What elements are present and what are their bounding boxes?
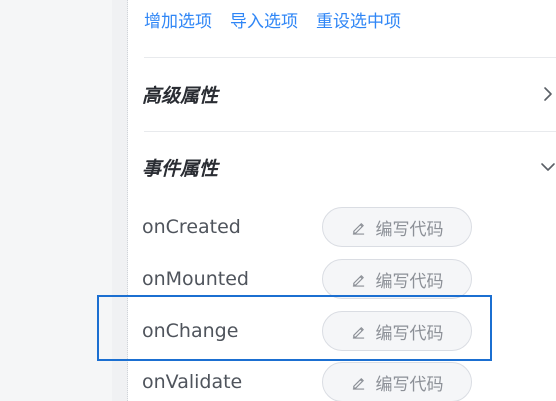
edit-icon: [351, 324, 366, 339]
write-code-button[interactable]: 编写代码: [322, 207, 472, 247]
write-code-label: 编写代码: [375, 219, 444, 240]
event-row-oncreated: onCreated 编写代码: [142, 205, 556, 249]
event-name: onChange: [142, 320, 239, 342]
section-divider: [144, 57, 556, 58]
properties-panel-screenshot: 增加选项 导入选项 重设选中项 高级属性 事件属性 onCreated 编写代码…: [0, 0, 556, 401]
advanced-properties-header[interactable]: 高级属性: [142, 77, 556, 111]
edit-icon: [351, 220, 366, 235]
event-properties-header[interactable]: 事件属性: [142, 150, 556, 184]
event-properties-title: 事件属性: [142, 157, 219, 180]
write-code-label: 编写代码: [375, 374, 444, 395]
left-canvas-area: [0, 0, 112, 401]
event-row-onvalidate: onValidate 编写代码: [142, 360, 556, 401]
option-action-links: 增加选项 导入选项 重设选中项: [144, 6, 401, 32]
chevron-right-icon[interactable]: [540, 86, 556, 102]
write-code-button[interactable]: 编写代码: [322, 362, 472, 401]
panel-resize-rail[interactable]: [112, 0, 128, 401]
write-code-label: 编写代码: [375, 323, 444, 344]
event-name: onValidate: [142, 371, 243, 393]
section-divider: [144, 131, 556, 132]
edit-icon: [351, 375, 366, 390]
import-options-link[interactable]: 导入选项: [230, 7, 298, 32]
event-row-onchange: onChange 编写代码: [142, 309, 556, 353]
edit-icon: [351, 272, 366, 287]
chevron-down-icon[interactable]: [540, 159, 556, 175]
write-code-label: 编写代码: [375, 271, 444, 292]
reset-selected-link[interactable]: 重设选中项: [316, 7, 401, 32]
advanced-properties-title: 高级属性: [142, 84, 219, 107]
write-code-button[interactable]: 编写代码: [322, 259, 472, 299]
event-name: onCreated: [142, 216, 241, 238]
event-row-onmounted: onMounted 编写代码: [142, 257, 556, 301]
write-code-button[interactable]: 编写代码: [322, 311, 472, 351]
event-name: onMounted: [142, 268, 249, 290]
add-option-link[interactable]: 增加选项: [144, 7, 212, 32]
properties-panel: 增加选项 导入选项 重设选中项 高级属性 事件属性 onCreated 编写代码…: [128, 0, 556, 401]
